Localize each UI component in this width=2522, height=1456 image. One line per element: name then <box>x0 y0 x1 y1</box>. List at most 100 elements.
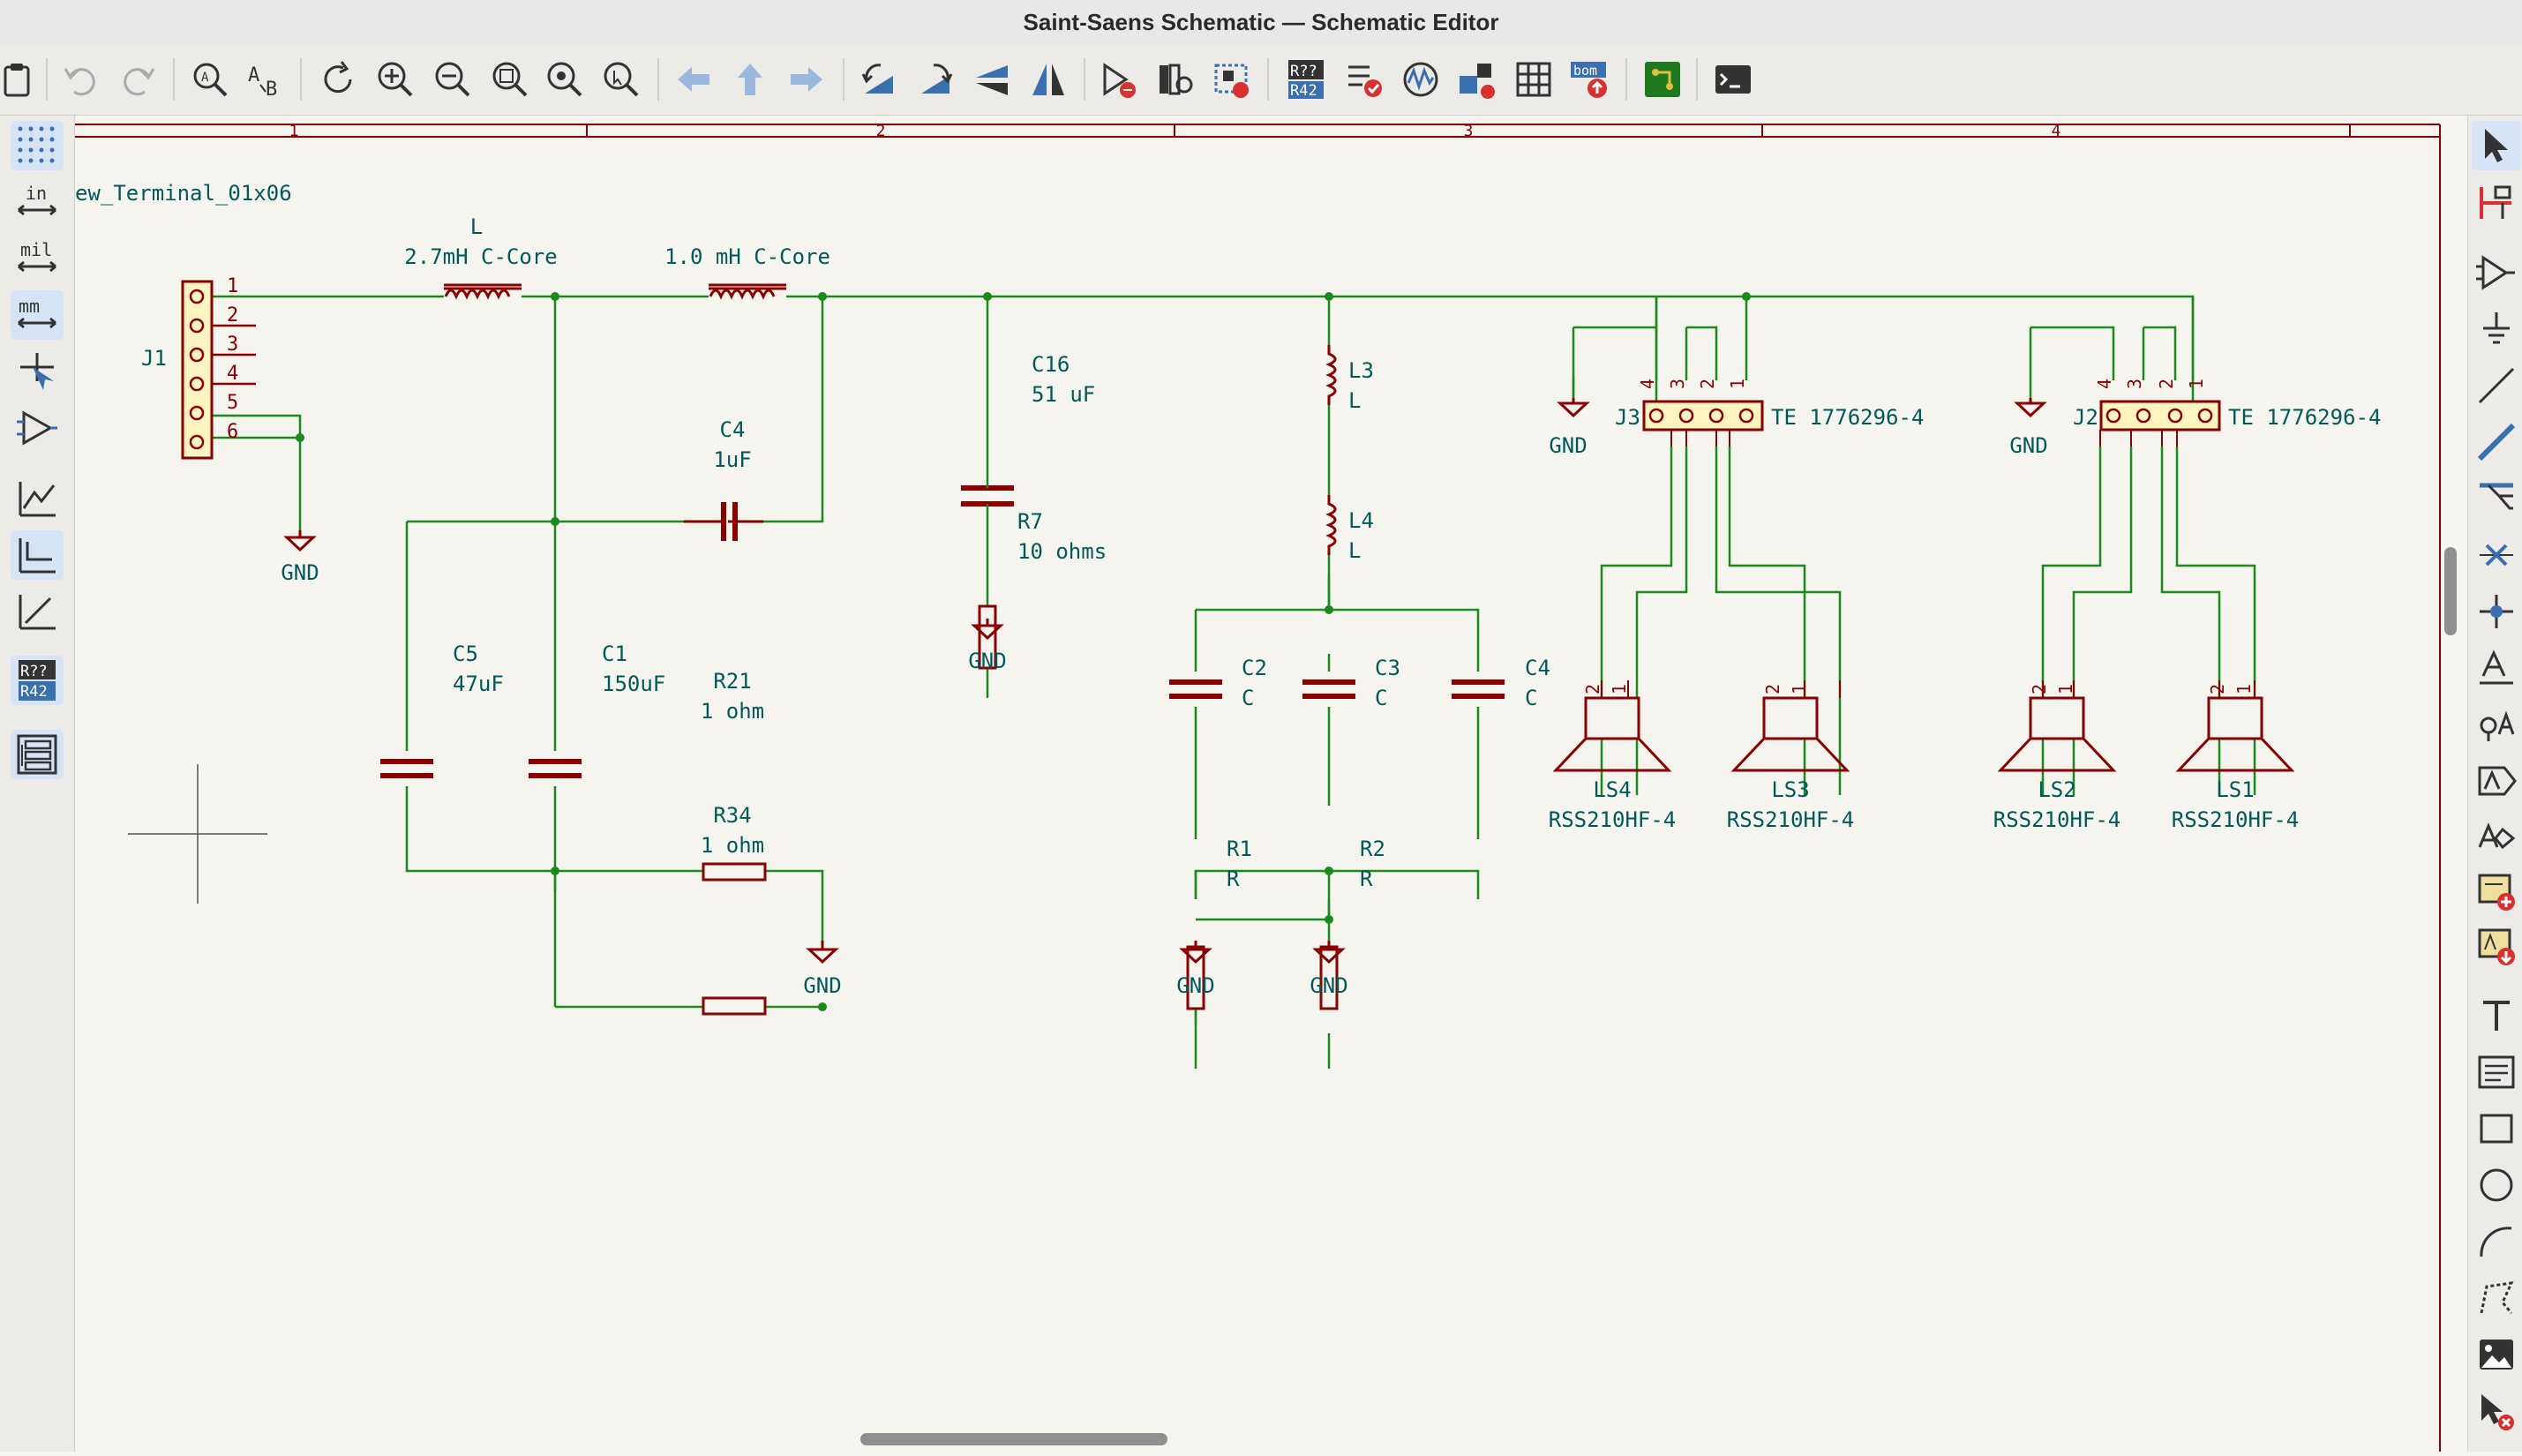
zoom-selection-icon[interactable] <box>597 53 646 106</box>
units-millimeters-icon[interactable]: mm <box>11 290 64 340</box>
schematic-canvas[interactable]: 1 2 3 4 ew_Terminal_01x06 J1 1 2 3 4 5 6… <box>75 116 2466 1452</box>
cursor-crosshair-icon[interactable] <box>11 347 64 396</box>
select-pointer-icon[interactable] <box>2472 121 2521 170</box>
add-bus-icon[interactable] <box>2472 417 2521 467</box>
mirror-vertical-icon[interactable] <box>967 53 1017 106</box>
units-inches-icon[interactable]: in <box>11 177 64 227</box>
add-global-label-icon[interactable] <box>2472 756 2521 806</box>
gnd-label: GND <box>2009 433 2047 458</box>
inductor-1mh-value: 1.0 mH C-Core <box>664 244 830 269</box>
symbol-editor-icon[interactable] <box>1094 53 1144 106</box>
inductor-l[interactable]: L 2.7mH C-Core <box>404 214 558 303</box>
wires[interactable] <box>212 295 2256 1069</box>
no-connect-icon[interactable] <box>2472 530 2521 580</box>
add-junction-icon[interactable] <box>2472 587 2521 636</box>
hierarchy-navigator-icon[interactable] <box>11 730 64 779</box>
bom-icon[interactable]: bom <box>1565 53 1615 106</box>
find-icon[interactable]: A <box>185 53 235 106</box>
erc-icon[interactable] <box>1340 53 1389 106</box>
add-textbox-icon[interactable] <box>2472 1047 2521 1097</box>
gnd-symbols[interactable] <box>283 398 2047 964</box>
add-image-icon[interactable] <box>2472 1330 2521 1379</box>
capacitor-c3[interactable]: C3 C <box>1302 656 1400 710</box>
simulator-icon[interactable] <box>1396 53 1445 106</box>
add-arc-icon[interactable] <box>2472 1217 2521 1266</box>
inductor-l4[interactable]: L4 L <box>1325 495 1374 563</box>
svg-text:A: A <box>201 71 209 85</box>
navigate-forward-icon[interactable] <box>782 53 831 106</box>
pcb-editor-icon[interactable] <box>1638 53 1687 106</box>
add-power-icon[interactable] <box>2472 304 2521 354</box>
line-mode-45-icon[interactable] <box>11 587 64 636</box>
bom-table-icon[interactable] <box>1509 53 1558 106</box>
annotate-icon[interactable]: R?? R42 <box>1281 53 1331 106</box>
line-mode-free-icon[interactable] <box>11 474 64 523</box>
add-circle-icon[interactable] <box>2472 1160 2521 1210</box>
add-bus-entry-icon[interactable] <box>2472 474 2521 523</box>
rotate-ccw-icon[interactable] <box>854 53 904 106</box>
symbol-browser-icon[interactable] <box>1151 53 1200 106</box>
grid-toggle-icon[interactable] <box>11 121 64 170</box>
annotation-display-icon[interactable]: R?? R42 <box>11 656 64 705</box>
add-text-icon[interactable] <box>2472 991 2521 1040</box>
connector-j3[interactable]: 4 3 2 1 J3 TE 1776296-4 <box>1615 379 1924 447</box>
inductor-l3[interactable]: L3 L <box>1325 345 1374 413</box>
zoom-fit-icon[interactable] <box>485 53 535 106</box>
add-hierarchical-label-icon[interactable] <box>2472 813 2521 862</box>
capacitor-c1[interactable]: C1 150uF <box>529 642 665 786</box>
pin-number: 1 <box>2186 379 2207 389</box>
add-polyline-icon[interactable] <box>2472 1273 2521 1323</box>
find-replace-icon[interactable]: AB <box>243 53 292 106</box>
connector-j1[interactable]: J1 1 2 3 4 5 6 <box>141 275 256 460</box>
footprint-assign-icon[interactable] <box>1207 53 1257 106</box>
capacitor-c2[interactable]: C2 C <box>1169 656 1267 710</box>
add-net-class-directive-icon[interactable] <box>2472 700 2521 749</box>
c5-ref: C5 <box>453 642 478 666</box>
add-rectangle-icon[interactable] <box>2472 1104 2521 1153</box>
hidden-pins-icon[interactable] <box>11 403 64 453</box>
speaker-ls3[interactable]: 2 1 LS3 RSS210HF-4 <box>1727 680 1855 832</box>
capacitor-c5[interactable]: C5 47uF <box>379 642 504 786</box>
paste-icon[interactable] <box>0 53 42 106</box>
zoom-objects-icon[interactable] <box>540 53 589 106</box>
gnd-label: GND <box>1176 973 1214 998</box>
delete-tool-icon[interactable] <box>2472 1386 2521 1436</box>
speaker-ls2[interactable]: 2 1 LS2 RSS210HF-4 <box>1993 680 2121 832</box>
resistor-r34[interactable]: R34 1 ohm <box>553 803 767 1016</box>
highlight-net-icon[interactable] <box>2472 177 2521 227</box>
refresh-icon[interactable] <box>313 53 363 106</box>
connector-j2[interactable]: 4 3 2 1 J2 TE 1776296-4 <box>2073 379 2381 447</box>
import-sheet-pin-icon[interactable] <box>2472 922 2521 972</box>
zoom-in-icon[interactable] <box>371 53 420 106</box>
zoom-out-icon[interactable] <box>428 53 477 106</box>
netlist-icon[interactable] <box>1452 53 1502 106</box>
redo-icon[interactable] <box>115 53 164 106</box>
c4-top-value: 1uF <box>713 447 751 472</box>
add-sheet-icon[interactable] <box>2472 867 2521 917</box>
horizontal-scrollbar[interactable] <box>860 1433 1167 1445</box>
pin-number: 3 <box>2124 379 2145 389</box>
units-mils-icon[interactable]: mil <box>11 234 64 283</box>
mirror-horizontal-icon[interactable] <box>1024 53 1073 106</box>
undo-icon[interactable] <box>55 53 104 106</box>
capacitor-c4-right[interactable]: C4 C <box>1452 656 1550 710</box>
scripting-console-icon[interactable] <box>1708 53 1758 106</box>
r7-ref: R7 <box>1017 509 1043 534</box>
capacitor-c4-top[interactable]: C4 1uF <box>684 417 763 541</box>
line-mode-90-icon[interactable] <box>11 530 64 580</box>
add-wire-icon[interactable] <box>2472 361 2521 410</box>
navigate-back-icon[interactable] <box>669 53 718 106</box>
add-symbol-icon[interactable] <box>2472 248 2521 297</box>
speaker-ls1[interactable]: 2 1 LS1 RSS210HF-4 <box>2172 680 2300 832</box>
rotate-cw-icon[interactable] <box>911 53 960 106</box>
schematic-drawing[interactable]: 1 2 3 4 ew_Terminal_01x06 J1 1 2 3 4 5 6… <box>75 116 2466 1452</box>
speaker-ls4[interactable]: 2 1 LS4 RSS210HF-4 <box>1549 680 1677 832</box>
c2-value: C <box>1242 686 1254 710</box>
right-toolbar <box>2467 116 2522 1452</box>
inductor-1mh[interactable]: 1.0 mH C-Core <box>664 244 830 303</box>
vertical-scrollbar[interactable] <box>2444 547 2457 635</box>
navigate-up-icon[interactable] <box>725 53 775 106</box>
add-label-icon[interactable] <box>2472 643 2521 693</box>
border-column-label: 3 <box>1464 122 1474 140</box>
gnd-label: GND <box>968 649 1006 673</box>
